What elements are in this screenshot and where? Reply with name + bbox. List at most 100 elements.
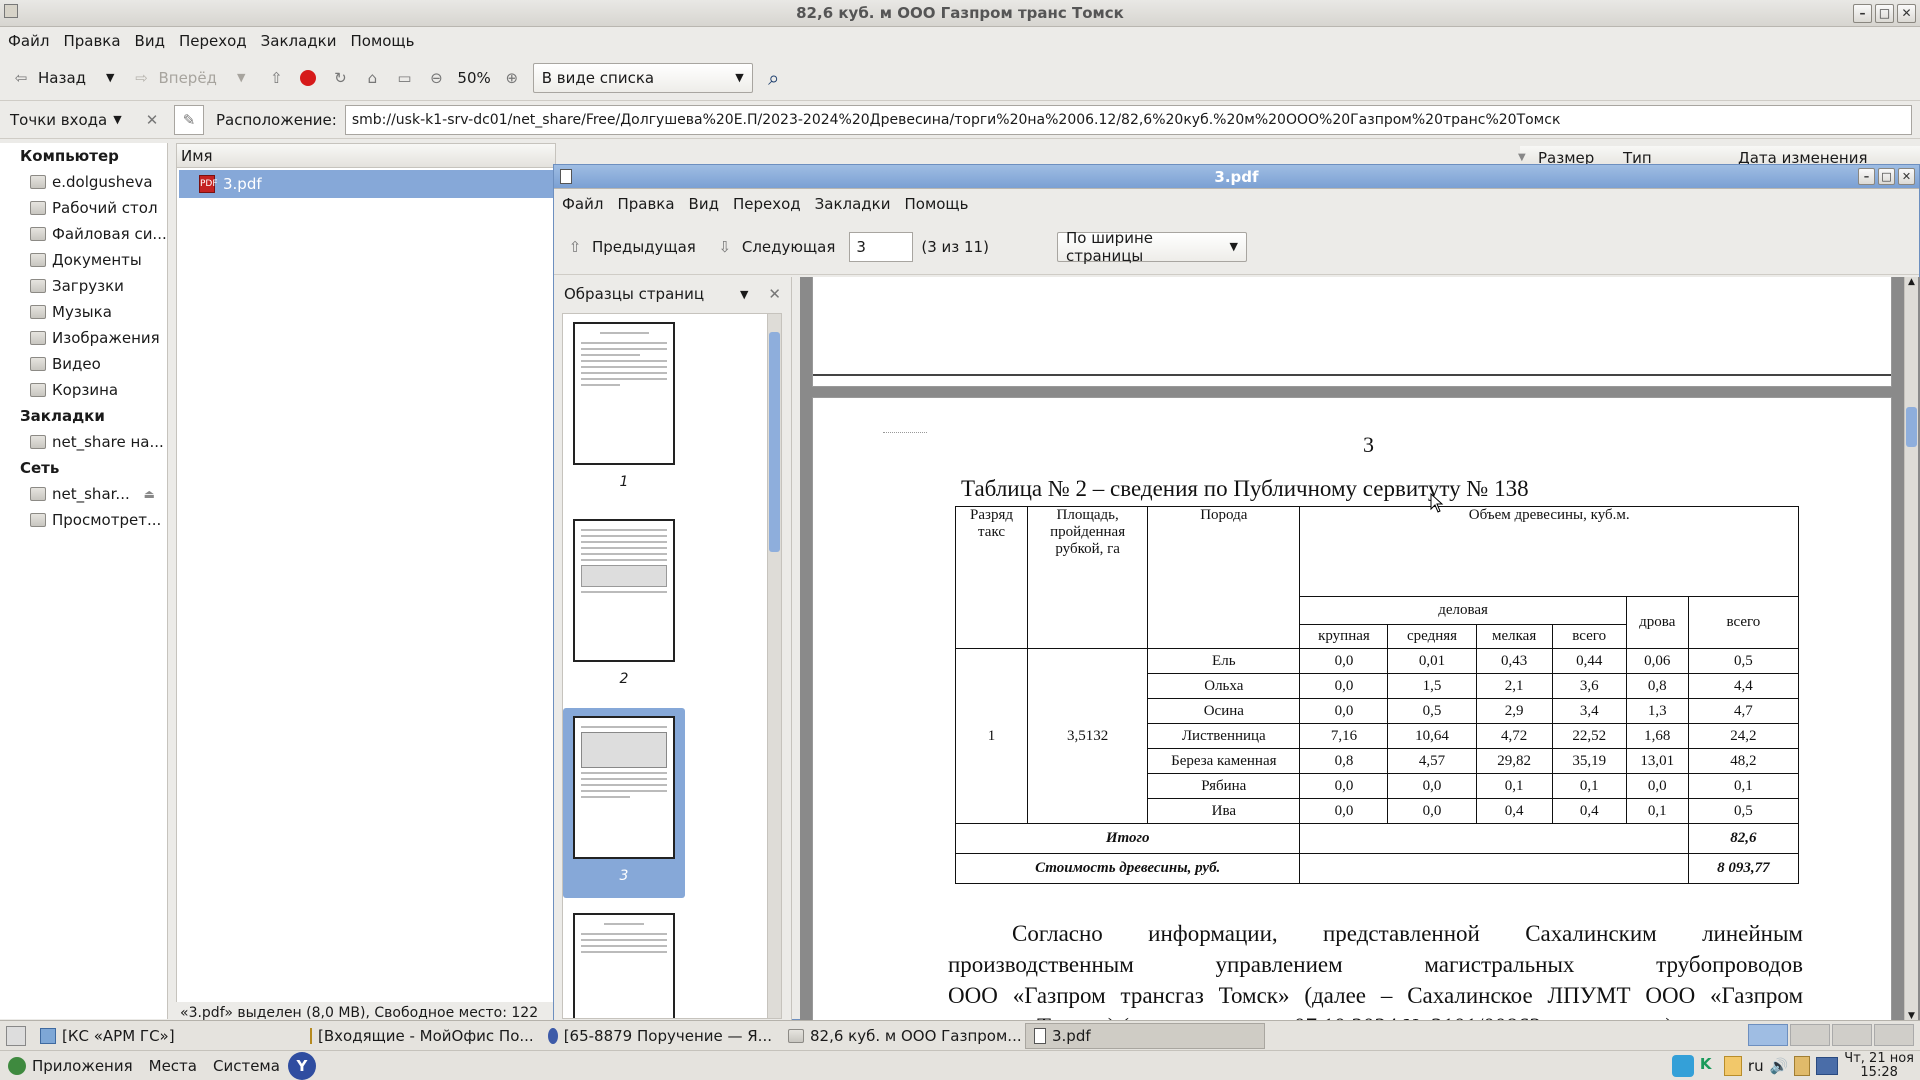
up-arrow-icon[interactable]: ⇧ — [265, 67, 287, 89]
view-mode-select[interactable]: В виде списка ▼ — [532, 62, 753, 93]
close-button[interactable]: ✕ — [1897, 4, 1916, 23]
menu-file[interactable]: Файл — [562, 195, 603, 213]
menu-go[interactable]: Переход — [179, 32, 247, 50]
maximize-button[interactable]: □ — [1878, 168, 1895, 185]
taskbar-item-filemanager[interactable]: 82,6 куб. м ООО Газпром... — [780, 1023, 1025, 1049]
scroll-up-icon[interactable]: ▲ — [1905, 277, 1918, 287]
forward-button[interactable]: ⇨ Вперёд ▼ — [130, 67, 245, 89]
menu-bookmarks[interactable]: Закладки — [261, 32, 337, 50]
next-page-button[interactable]: ⇩ Следующая — [714, 236, 836, 258]
scrollbar-thumb[interactable] — [1906, 407, 1917, 447]
minimize-button[interactable]: – — [1853, 4, 1872, 23]
kaspersky-icon[interactable]: K — [1700, 1055, 1718, 1077]
sidebar-item-home[interactable]: e.dolgusheva — [0, 169, 167, 195]
zoom-mode-select[interactable]: По ширине страницы ▼ — [1056, 229, 1247, 265]
document-scrollbar[interactable]: ▲ ▼ — [1904, 277, 1918, 1021]
minimize-button[interactable]: – — [1858, 168, 1875, 185]
sidebar-item-music[interactable]: Музыка — [0, 299, 167, 325]
clock[interactable]: Чт, 21 ноя 15:28 — [1844, 1052, 1914, 1080]
taskbar-item-pdf[interactable]: 3.pdf — [1025, 1022, 1265, 1049]
paragraph-line: Согласно информации, представленной Саха… — [1012, 921, 1803, 946]
sidebar-item-documents[interactable]: Документы — [0, 247, 167, 273]
taskbar-item-browser[interactable]: [65-8879 Поручение — Я... — [540, 1023, 780, 1049]
menu-view[interactable]: Вид — [689, 195, 719, 213]
computer-icon[interactable]: ▭ — [393, 67, 415, 89]
stop-icon[interactable] — [297, 67, 319, 89]
dropdown-arrow-icon[interactable]: ▼ — [740, 288, 748, 301]
previous-page — [812, 277, 1892, 387]
shield-icon[interactable] — [1671, 1055, 1694, 1077]
home-folder-icon — [30, 175, 46, 189]
menu-edit[interactable]: Правка — [617, 195, 674, 213]
document-icon — [560, 169, 572, 184]
file-row[interactable]: PDF 3.pdf — [179, 170, 555, 198]
menu-edit[interactable]: Правка — [63, 32, 120, 50]
places-menu[interactable]: Места — [141, 1053, 205, 1079]
paragraph-line: ООО «Газпром трансгаз Томск» (далее – Са… — [948, 983, 1803, 1008]
table-cell: 22,52 — [1551, 723, 1627, 749]
sidebar-item-videos[interactable]: Видео — [0, 351, 167, 377]
places-select[interactable]: Точки входа ▼ ✕ — [10, 111, 160, 129]
fm-titlebar[interactable]: 82,6 куб. м ООО Газпром транс Томск – □ … — [0, 0, 1920, 27]
chevron-down-icon[interactable]: ▼ — [106, 71, 114, 84]
menu-help[interactable]: Помощь — [904, 195, 968, 213]
close-sidebar-icon[interactable]: ✕ — [146, 111, 159, 129]
sidebar-item-label: Файловая си... — [52, 225, 167, 243]
sidebar-item-filesystem[interactable]: Файловая си... — [0, 221, 167, 247]
edit-location-icon[interactable]: ✎ — [174, 104, 204, 135]
table-cell: 7,16 — [1299, 723, 1389, 749]
location-input[interactable]: smb://usk-k1-srv-dc01/net_share/Free/Дол… — [344, 104, 1912, 135]
clipboard-icon[interactable] — [1794, 1056, 1811, 1076]
volume-icon[interactable]: 🔊 — [1770, 1057, 1789, 1075]
zoom-out-icon[interactable]: ⊖ — [425, 67, 447, 89]
scrollbar-thumb[interactable] — [769, 332, 780, 552]
thumbnail-number: 3 — [619, 868, 629, 884]
chevron-down-icon[interactable]: ▼ — [237, 71, 245, 84]
menu-help[interactable]: Помощь — [350, 32, 414, 50]
sidebar-item-desktop[interactable]: Рабочий стол — [0, 195, 167, 221]
search-icon[interactable]: ⌕ — [763, 66, 785, 90]
thumbnail-page-3[interactable]: 3 — [563, 708, 685, 898]
close-panel-icon[interactable]: ✕ — [768, 285, 781, 303]
show-desktop-icon[interactable] — [6, 1025, 26, 1046]
workspace-3[interactable] — [1832, 1024, 1872, 1046]
menu-file[interactable]: Файл — [8, 32, 49, 50]
sidebar-item-pictures[interactable]: Изображения — [0, 325, 167, 351]
table-cell: 0,0 — [1387, 773, 1477, 799]
page-number-input[interactable]: 3 — [849, 231, 914, 262]
network-icon[interactable] — [1816, 1057, 1839, 1075]
thumbnail-page-1[interactable]: 1 — [563, 314, 685, 504]
notes-icon[interactable] — [1723, 1056, 1742, 1076]
workspace-4[interactable] — [1874, 1024, 1914, 1046]
prev-page-button[interactable]: ⇧ Предыдущая — [564, 236, 696, 258]
thumbnail-scrollbar[interactable] — [767, 314, 781, 1018]
sidebar-item-downloads[interactable]: Загрузки — [0, 273, 167, 299]
yandex-browser-icon[interactable]: Y — [287, 1051, 316, 1080]
workspace-2[interactable] — [1790, 1024, 1830, 1046]
sidebar-item-browse-network[interactable]: Просмотрет... — [0, 507, 167, 533]
menu-bookmarks[interactable]: Закладки — [815, 195, 891, 213]
close-button[interactable]: ✕ — [1898, 168, 1915, 185]
system-menu[interactable]: Система — [205, 1053, 288, 1079]
taskbar-item-inbox[interactable]: [Входящие - МойОфис По... — [302, 1023, 540, 1049]
pdf-titlebar[interactable]: 3.pdf – □ ✕ — [554, 165, 1919, 189]
taskbar-item-arm[interactable]: [КС «АРМ ГС»] — [32, 1023, 302, 1049]
menu-go[interactable]: Переход — [733, 195, 801, 213]
sidebar-item-bookmark[interactable]: net_share на... — [0, 429, 167, 455]
thumbnail-page-4[interactable] — [563, 905, 685, 1018]
thumbnail-page-2[interactable]: 2 — [563, 511, 685, 701]
menu-view[interactable]: Вид — [135, 32, 165, 50]
reload-icon[interactable]: ↻ — [329, 67, 351, 89]
back-button[interactable]: ⇦ Назад ▼ — [10, 67, 115, 89]
workspace-switcher[interactable] — [1748, 1024, 1914, 1046]
zoom-in-icon[interactable]: ⊕ — [501, 67, 523, 89]
column-header-name[interactable]: Имя — [177, 144, 555, 168]
keyboard-layout[interactable]: ru — [1748, 1057, 1764, 1075]
applications-menu[interactable]: Приложения — [0, 1053, 141, 1079]
maximize-button[interactable]: □ — [1875, 4, 1894, 23]
sidebar-item-trash[interactable]: Корзина — [0, 377, 167, 403]
workspace-1[interactable] — [1748, 1024, 1788, 1046]
sidebar-item-netshare[interactable]: net_shar... ⏏ — [0, 481, 167, 507]
eject-icon[interactable]: ⏏ — [144, 487, 155, 501]
home-icon[interactable]: ⌂ — [361, 67, 383, 89]
